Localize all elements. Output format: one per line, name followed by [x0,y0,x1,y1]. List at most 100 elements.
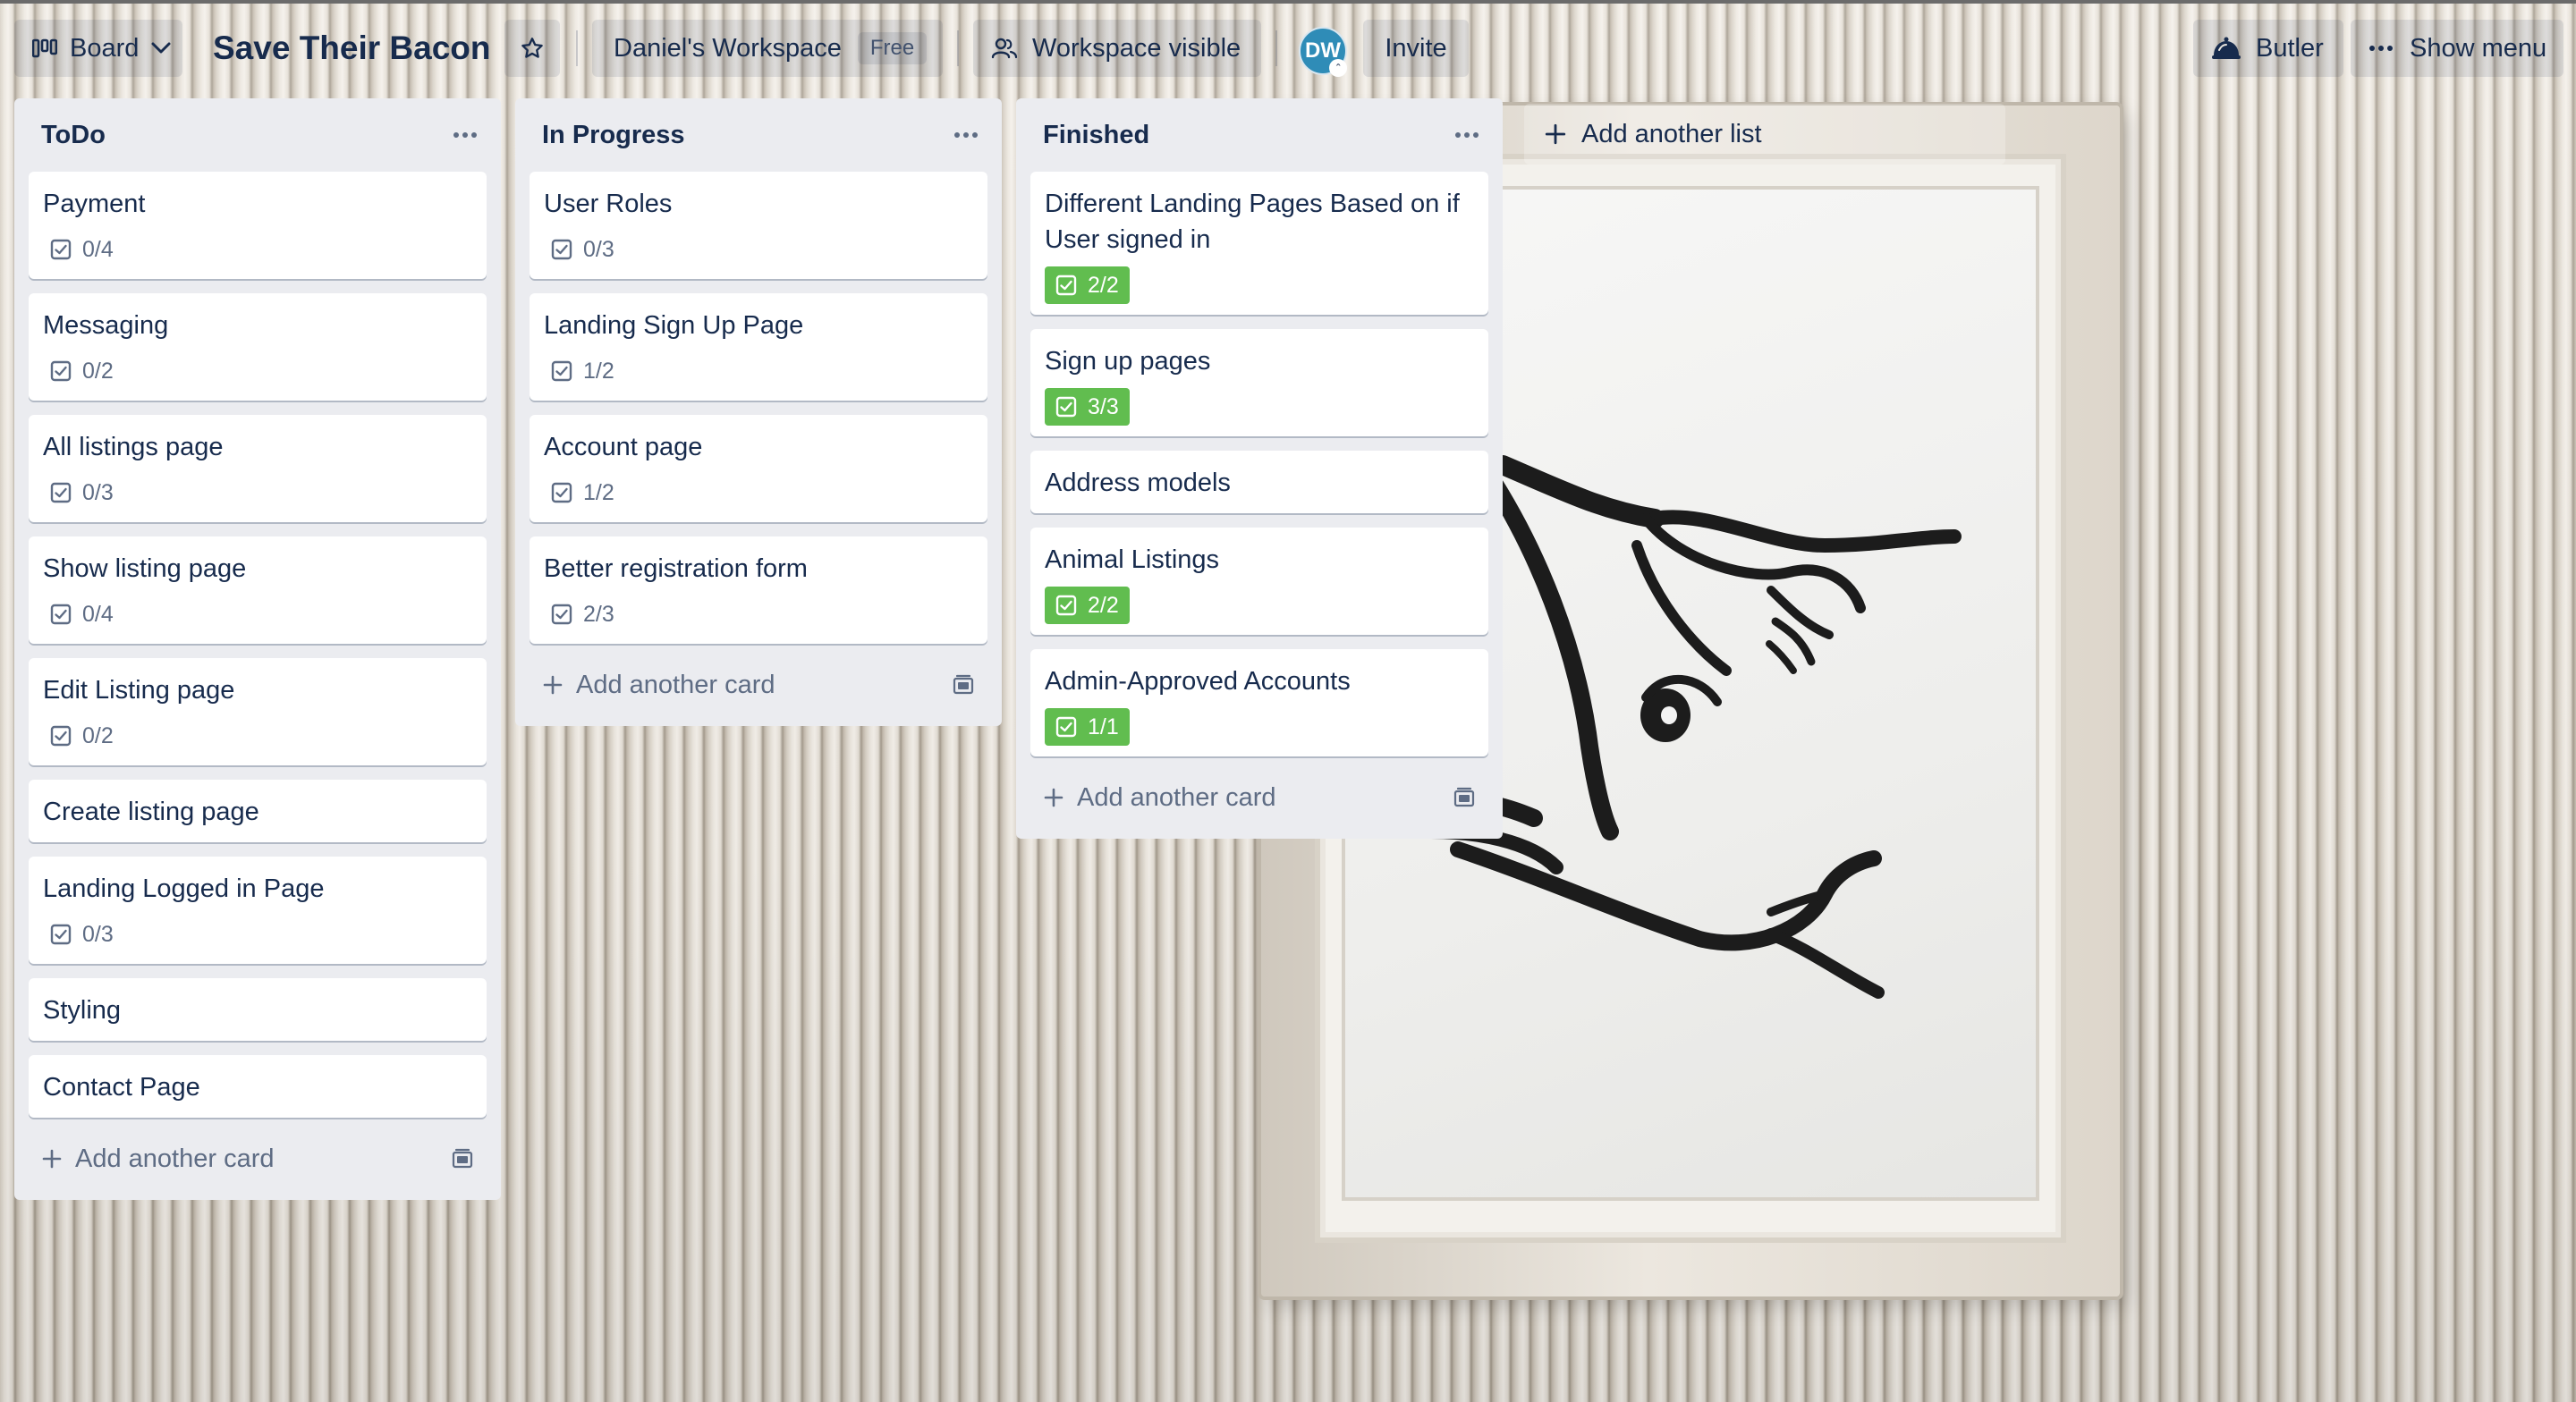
people-icon [991,38,1018,59]
card-title: Messaging [43,311,169,340]
card[interactable]: Account page 1/2 [530,415,987,522]
card-title: Create listing page [43,798,259,826]
checklist-count: 0/3 [583,236,614,262]
checklist-count: 1/2 [583,358,614,384]
card[interactable]: Sign up pages 3/3 [1030,329,1488,436]
pig-drawing [1431,455,1962,999]
checklist-badge: 2/3 [544,595,622,633]
card[interactable]: Payment 0/4 [29,172,487,279]
card[interactable]: Landing Sign Up Page 1/2 [530,293,987,401]
card[interactable]: Address models [1030,451,1488,513]
add-list-label: Add another list [1581,119,1762,148]
card-title: Different Landing Pages Based on if User… [1045,190,1460,254]
card[interactable]: Admin-Approved Accounts 1/1 [1030,649,1488,756]
list-menu-button[interactable] [1445,114,1488,156]
avatar[interactable]: DW ˆ [1299,27,1347,77]
card-title: Payment [43,190,146,218]
star-icon [521,38,543,58]
list-menu-button[interactable] [444,114,487,156]
card-template-icon[interactable] [952,674,975,696]
header-divider [576,30,578,66]
card[interactable]: Different Landing Pages Based on if User… [1030,172,1488,315]
checklist-badge: 0/2 [43,352,121,390]
header-divider [1275,30,1277,66]
header-divider [957,30,959,66]
checkbox-icon [50,482,72,503]
visibility-label: Workspace visible [1032,33,1241,63]
card[interactable]: User Roles 0/3 [530,172,987,279]
show-menu-label: Show menu [2410,33,2547,63]
card[interactable]: Landing Logged in Page 0/3 [29,857,487,964]
list-menu-button[interactable] [945,114,987,156]
card-title: Contact Page [43,1073,200,1102]
checklist-count: 0/3 [82,479,114,505]
list-header: In Progress [530,98,987,172]
checkbox-icon [1055,716,1077,738]
card-title: Admin-Approved Accounts [1045,667,1351,696]
star-board-button[interactable] [504,20,560,77]
add-card-label: Add another card [75,1144,275,1173]
card-title: Animal Listings [1045,545,1220,574]
list-in-progress: In Progress User Roles 0/3 Landing Sign … [515,98,1002,726]
admin-chevron-icon: ˆ [1329,59,1347,77]
butler-button[interactable]: Butler [2193,20,2343,77]
card[interactable]: Styling [29,978,487,1041]
plus-icon [42,1149,62,1169]
checkbox-icon [1055,396,1077,418]
checkbox-icon [551,604,572,625]
workspace-button[interactable]: Daniel's Workspace Free [592,20,943,77]
list-title[interactable]: ToDo [41,121,106,150]
add-card-button[interactable]: Add another card [29,1130,487,1187]
list-title[interactable]: In Progress [542,121,685,150]
checklist-badge: 0/3 [43,916,121,953]
card[interactable]: Animal Listings 2/2 [1030,528,1488,635]
invite-label: Invite [1385,33,1447,63]
checklist-count: 2/2 [1088,272,1119,298]
card-template-icon[interactable] [1453,787,1476,808]
board-title[interactable]: Save Their Bacon [211,20,493,77]
checklist-count: 0/3 [82,921,114,947]
card-title: Account page [544,433,703,461]
view-switcher-button[interactable]: Board [14,20,182,77]
checkbox-icon [1055,274,1077,296]
add-list-button[interactable]: Add another list [1524,104,2005,165]
board-header: Board Save Their Bacon Daniel's Workspac… [0,4,2576,91]
add-card-button[interactable]: Add another card [1030,769,1488,826]
card[interactable]: Show listing page 0/4 [29,536,487,644]
card-title: Landing Logged in Page [43,874,325,903]
card-title: All listings page [43,433,224,461]
list-finished: Finished Different Landing Pages Based o… [1016,98,1503,839]
card[interactable]: Better registration form 2/3 [530,536,987,644]
chevron-down-icon [151,42,171,54]
invite-button[interactable]: Invite [1363,20,1469,77]
card-title: Styling [43,996,122,1025]
card-title: Show listing page [43,554,247,583]
checkbox-icon [551,360,572,382]
butler-icon [2212,37,2241,59]
show-menu-button[interactable]: Show menu [2351,20,2563,77]
add-card-label: Add another card [576,670,775,699]
checklist-count: 0/2 [82,722,114,748]
card[interactable]: Edit Listing page 0/2 [29,658,487,765]
checklist-count: 0/2 [82,358,114,384]
checkbox-icon [1055,595,1077,616]
plus-icon [1044,788,1063,807]
add-card-label: Add another card [1077,782,1276,812]
card[interactable]: All listings page 0/3 [29,415,487,522]
checkbox-icon [551,482,572,503]
card[interactable]: Contact Page [29,1055,487,1118]
add-card-button[interactable]: Add another card [530,656,987,714]
checklist-badge-complete: 2/2 [1045,266,1130,304]
checklist-badge: 1/2 [544,352,622,390]
checklist-badge: 0/2 [43,717,121,755]
checkbox-icon [50,360,72,382]
list-title[interactable]: Finished [1043,121,1149,150]
plus-icon [543,675,563,695]
visibility-button[interactable]: Workspace visible [973,20,1261,77]
card[interactable]: Messaging 0/2 [29,293,487,401]
card-template-icon[interactable] [451,1148,474,1170]
ellipsis-icon [453,132,477,138]
checklist-badge-complete: 1/1 [1045,708,1130,746]
checklist-count: 3/3 [1088,393,1119,419]
card[interactable]: Create listing page [29,780,487,842]
